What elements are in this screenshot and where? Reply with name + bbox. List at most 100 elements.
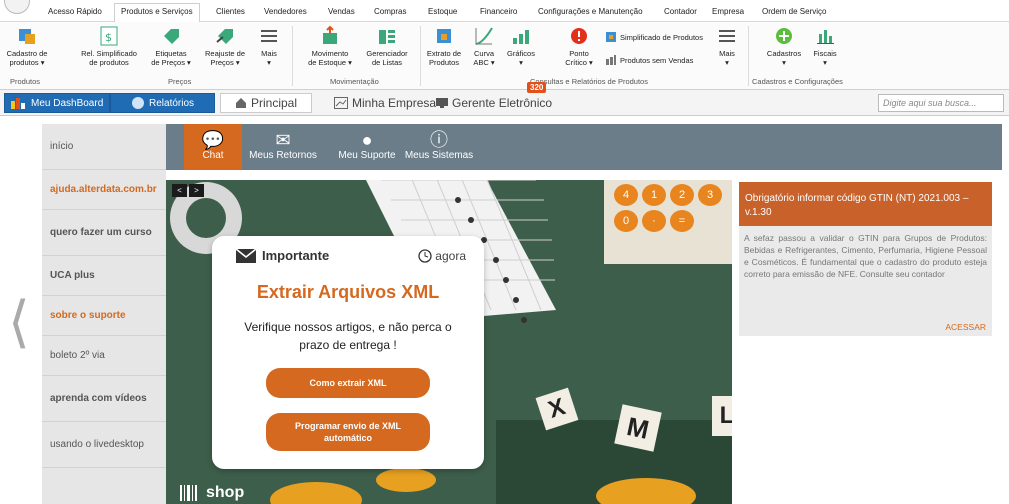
bar-chart-icon — [513, 30, 529, 44]
sistemas-label: Meus Sistemas — [404, 150, 474, 161]
barcode-icon — [180, 485, 197, 501]
search-input[interactable]: Digite aqui sua busca... — [878, 94, 1004, 112]
extract-icon — [437, 29, 451, 43]
menu-tab-produtos-servicos[interactable]: Produtos e Serviços — [114, 3, 200, 23]
graficos-button[interactable]: Gráficos ▾ — [504, 25, 538, 67]
menu-tab-empresa[interactable]: Empresa — [706, 4, 750, 22]
mais1-label-1: Mais — [261, 49, 277, 58]
mais-consultas-button[interactable]: Mais ▾ — [712, 25, 742, 67]
reajuste-precos-button[interactable]: Reajuste de Preços ▾ — [202, 25, 248, 67]
dashboard-button[interactable]: Meu DashBoard — [4, 93, 111, 113]
group-label-movimentacao: Movimentação — [330, 77, 379, 86]
sidebar-item-sobre-suporte[interactable]: sobre o suporte — [42, 296, 166, 336]
sidebar-item-uca-plus[interactable]: UCA plus — [42, 256, 166, 296]
reajuste-label-1: Reajuste de — [204, 49, 246, 58]
relsimpl-label-1: Rel. Simplificado — [81, 49, 137, 58]
como-extrair-xml-button[interactable]: Como extrair XML — [266, 368, 430, 398]
group-label-precos: Preços — [168, 77, 192, 86]
tab-meus-retornos[interactable]: ✉ Meus Retornos — [246, 124, 320, 170]
produtos-sem-vendas-button[interactable]: Produtos sem Vendas — [606, 55, 693, 65]
carousel-prev-button[interactable]: < — [172, 184, 187, 197]
sidebar-item-inicio[interactable]: início — [42, 124, 166, 170]
menu-tab-ordem-servico[interactable]: Ordem de Serviço — [756, 4, 832, 22]
cadastro-produtos-button[interactable]: Cadastro de produtos ▾ — [2, 25, 52, 67]
chat-icon: 💬 — [201, 130, 225, 150]
ponto-critico-button[interactable]: Ponto Crítico ▾ — [562, 25, 596, 67]
mais2-label-1: Mais — [719, 49, 735, 58]
tab-principal[interactable]: Principal — [220, 93, 313, 113]
card-header-label: Importante — [262, 248, 330, 263]
envelope-icon — [236, 248, 256, 263]
support-sidebar: início ajuda.alterdata.com.br quero faze… — [42, 124, 166, 504]
ribbon: Cadastro de produtos ▾ $ Rel. Simplifica… — [0, 22, 1009, 90]
info-icon: ⓘ — [430, 130, 448, 150]
menu-tab-clientes[interactable]: Clientes — [210, 4, 251, 22]
rel-simplificado-button[interactable]: $ Rel. Simplificado de produtos — [78, 25, 140, 67]
app-orb-button[interactable] — [4, 0, 30, 14]
group-separator — [292, 26, 293, 86]
menu-tab-acesso-rapido[interactable]: Acesso Rápido — [42, 4, 108, 22]
tab-minha-empresa[interactable]: Minha Empresa — [326, 93, 444, 113]
svg-text:$: $ — [105, 31, 112, 44]
reajuste-label-2: Preços ▾ — [210, 58, 240, 67]
sidebar-item-curso[interactable]: quero fazer um curso — [42, 210, 166, 256]
calculator-keys: 4 1 2 3 0 · = — [614, 184, 722, 232]
semvendas-label: Produtos sem Vendas — [620, 55, 694, 65]
gerenciador-label-2: de Listas — [371, 58, 403, 67]
acessar-link[interactable]: ACESSAR — [945, 322, 986, 332]
clock-icon — [418, 249, 432, 263]
fiscal-chart-icon — [817, 30, 834, 44]
simplificado-produtos-button[interactable]: Simplificado de Produtos — [606, 32, 703, 42]
card-text: Verifique nossos artigos, e não perca o … — [244, 320, 452, 352]
shop-logo: shop — [180, 484, 244, 502]
curva-label-2: ABC ▾ — [473, 58, 495, 67]
menu-lines-icon — [261, 30, 277, 42]
ponto-label-2: Crítico ▾ — [565, 58, 593, 67]
menu-tab-compras[interactable]: Compras — [368, 4, 412, 22]
menu-bar: Acesso Rápido Produtos e Serviços Client… — [0, 0, 1009, 23]
shop-label: shop — [206, 484, 245, 501]
sidebar-item-boleto[interactable]: boleto 2º via — [42, 336, 166, 376]
etiquetas-precos-button[interactable]: Etiquetas de Preços ▾ — [148, 25, 194, 67]
tab-chat[interactable]: 💬 Chat — [184, 124, 242, 170]
letter-tile-l: L — [712, 396, 732, 436]
notification-badge: 320 — [527, 82, 547, 93]
envelope-icon: ✉ — [275, 130, 291, 150]
tab-gerente-eletronico[interactable]: Gerente Eletrônico — [428, 93, 560, 113]
left-arrow-icon[interactable]: ⟨ — [8, 290, 30, 355]
dashboard-icon — [11, 98, 25, 109]
sidebar-item-videos[interactable]: aprenda com vídeos — [42, 376, 166, 422]
letter-tile-m: M — [614, 404, 662, 452]
suporte-label: Meu Suporte — [338, 150, 396, 161]
menu-tab-financeiro[interactable]: Financeiro — [474, 4, 523, 22]
menu-tab-contador[interactable]: Contador — [658, 4, 703, 22]
tab-meu-suporte[interactable]: ● Meu Suporte — [332, 124, 402, 170]
sidebar-item-ajuda[interactable]: ajuda.alterdata.com.br — [42, 170, 166, 210]
cadastros-label-2: ▾ — [782, 58, 786, 67]
chat-label: Chat — [202, 150, 224, 161]
tab-meus-sistemas[interactable]: ⓘ Meus Sistemas — [402, 124, 476, 170]
carousel-next-button[interactable]: > — [189, 184, 204, 197]
mais-precos-button[interactable]: Mais ▾ — [256, 25, 282, 67]
menu-tab-vendas[interactable]: Vendas — [322, 4, 361, 22]
cadastros-button[interactable]: Cadastros ▾ — [762, 25, 806, 67]
gerente-label: Gerente Eletrônico — [452, 96, 553, 110]
menu-tab-configuracoes[interactable]: Configurações e Manutenção — [532, 4, 649, 22]
curva-abc-button[interactable]: Curva ABC ▾ — [468, 25, 500, 67]
notification-card: Importante agora Extrair Arquivos XML Ve… — [212, 236, 484, 469]
sidebar-item-livedesktop[interactable]: usando o livedesktop — [42, 422, 166, 468]
card-title: Extrair Arquivos XML — [256, 282, 440, 302]
fiscais-button[interactable]: Fiscais ▾ — [808, 25, 842, 67]
movimento-estoque-button[interactable]: Movimento de Estoque ▾ — [302, 25, 358, 67]
gerenciador-listas-button[interactable]: Gerenciador de Listas — [362, 25, 412, 67]
price-adjust-icon — [216, 29, 233, 44]
programar-envio-xml-button[interactable]: Programar envio de XML automático — [266, 413, 430, 451]
extrato-produtos-button[interactable]: Extrato de Produtos — [424, 25, 464, 67]
relatorios-button[interactable]: Relatórios — [110, 93, 216, 113]
menu-tab-estoque[interactable]: Estoque — [422, 4, 463, 22]
home-icon — [236, 98, 246, 108]
calc-key: 2 — [670, 184, 694, 206]
menu-tab-vendedores[interactable]: Vendedores — [258, 4, 313, 22]
calc-key: = — [670, 210, 694, 232]
extrato-label-2: Produtos — [428, 58, 460, 67]
